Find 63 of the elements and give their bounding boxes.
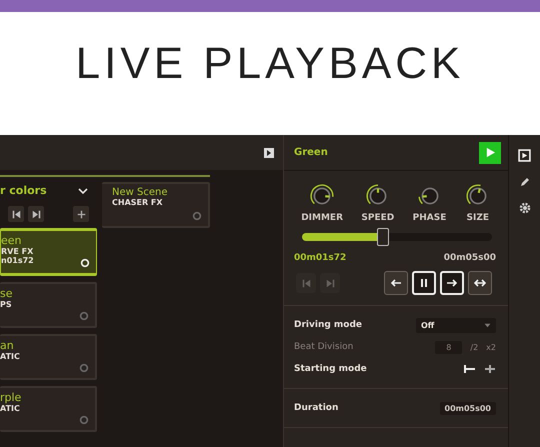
card-title: an: [0, 339, 14, 352]
knob-label: SPEED: [361, 213, 394, 223]
next-button[interactable]: [28, 206, 44, 222]
card-title: een: [1, 234, 22, 247]
settings-icon: [518, 202, 530, 214]
knob-label: PHASE: [412, 213, 446, 223]
double-arrow-icon: [474, 277, 486, 289]
start-from-beginning-icon: [464, 363, 476, 375]
loop-icon: [192, 211, 202, 221]
card-title: rple: [0, 391, 22, 404]
slider-handle[interactable]: [376, 228, 389, 246]
skip-back-icon: [12, 210, 20, 218]
plus-icon: [76, 210, 86, 218]
pencil-icon: [518, 176, 530, 188]
add-button[interactable]: [73, 206, 89, 222]
card-title: se: [0, 287, 12, 300]
knob-label: DIMMER: [301, 213, 343, 223]
total-time: 00m05s00: [444, 253, 496, 263]
panel-toggle-icon: [263, 146, 275, 158]
start-from-middle-icon: [484, 363, 496, 375]
play-button[interactable]: [479, 142, 501, 164]
pause-icon: [418, 277, 430, 289]
card-time: n01s72: [1, 256, 34, 265]
card-type: PS: [0, 300, 12, 309]
function-card[interactable]: an ATIC: [0, 334, 97, 380]
skip-forward-icon: [326, 278, 334, 288]
arrow-right-icon: [446, 277, 458, 289]
duration-label: Duration: [294, 403, 338, 413]
card-type: CHASER FX: [112, 198, 163, 207]
panel-title: Green: [294, 147, 328, 158]
skip-forward-icon: [32, 210, 40, 218]
function-card[interactable]: se PS: [0, 282, 97, 328]
driving-mode-label: Driving mode: [294, 320, 362, 330]
play-panel-icon: [518, 149, 531, 162]
pause-button[interactable]: [412, 271, 436, 295]
collection-title: r colors: [0, 184, 47, 197]
card-type: ATIC: [0, 404, 20, 413]
loop-icon: [79, 363, 89, 373]
elapsed-time: 00m01s72: [294, 253, 346, 263]
previous-button[interactable]: [8, 206, 24, 222]
scene-card[interactable]: New Scene CHASER FX: [102, 182, 210, 228]
function-card[interactable]: rple ATIC: [0, 386, 97, 432]
loop-icon: [79, 415, 89, 425]
function-card[interactable]: een RVE FX n01s72: [0, 228, 97, 276]
card-title: New Scene: [112, 187, 168, 198]
duration-field[interactable]: 00m05s00: [440, 402, 496, 414]
caret-icon: [484, 322, 491, 328]
card-type: RVE FX: [1, 247, 34, 256]
page-heading: LIVE PLAYBACK: [76, 38, 464, 88]
backward-button[interactable]: [384, 271, 408, 295]
skip-back-icon: [302, 278, 310, 288]
card-type: ATIC: [0, 352, 20, 361]
bounce-button[interactable]: [468, 271, 492, 295]
forward-button[interactable]: [440, 271, 464, 295]
beat-division-label: Beat Division: [294, 342, 354, 352]
progress-slider[interactable]: [302, 227, 492, 247]
starting-mode-label: Starting mode: [294, 364, 367, 374]
loop-icon: [80, 258, 90, 268]
knob-label: SIZE: [466, 213, 490, 223]
play-icon: [484, 147, 496, 158]
arrow-left-icon: [390, 277, 402, 289]
loop-icon: [79, 311, 89, 321]
driving-mode-select[interactable]: Off: [416, 318, 496, 332]
